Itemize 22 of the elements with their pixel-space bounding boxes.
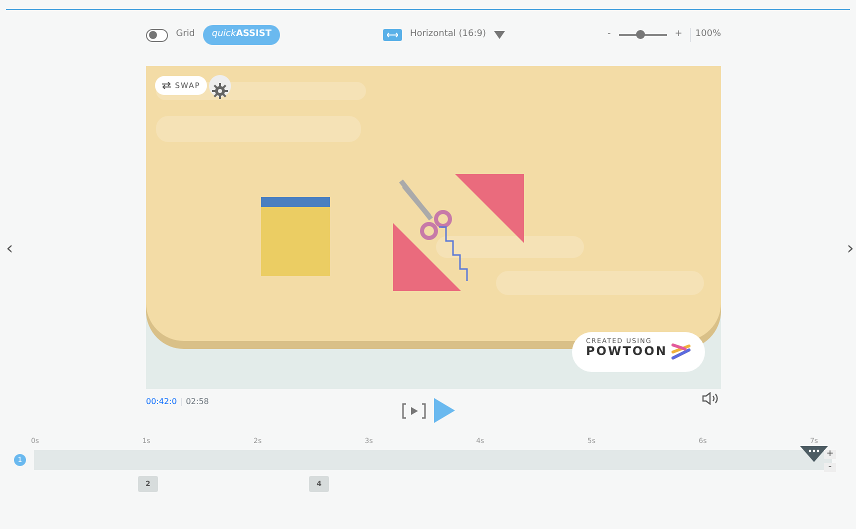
triangle-shape bbox=[455, 174, 524, 243]
dropdown-caret-icon[interactable] bbox=[494, 31, 505, 39]
settings-icon bbox=[212, 82, 228, 99]
zoom-percent: 100% bbox=[690, 28, 721, 42]
fullscreen-play-icon[interactable] bbox=[402, 402, 426, 418]
current-time: 00:42:0 bbox=[146, 396, 177, 408]
zoom-in-button[interactable]: + bbox=[674, 28, 682, 42]
zoom-slider-thumb[interactable] bbox=[636, 30, 646, 39]
timeline-zoom-out[interactable]: - bbox=[824, 463, 836, 472]
brand-logo-text: POWTOON bbox=[586, 344, 668, 358]
timeline-zoom-in[interactable]: + bbox=[824, 450, 836, 459]
orientation-label: Horizontal (16:9) bbox=[410, 28, 486, 42]
playhead-handle[interactable] bbox=[800, 446, 828, 462]
stripes-logo-icon bbox=[671, 342, 692, 362]
grid-toggle[interactable] bbox=[146, 28, 168, 42]
horizontal-arrows-icon[interactable] bbox=[382, 29, 402, 41]
swap-arrows-icon bbox=[162, 82, 171, 90]
triangle-shape bbox=[393, 223, 461, 291]
grid-label: Grid bbox=[176, 28, 195, 42]
total-time: 02:58 bbox=[186, 396, 209, 408]
zoom-out-button[interactable]: - bbox=[607, 28, 611, 42]
volume-icon[interactable] bbox=[702, 392, 720, 405]
